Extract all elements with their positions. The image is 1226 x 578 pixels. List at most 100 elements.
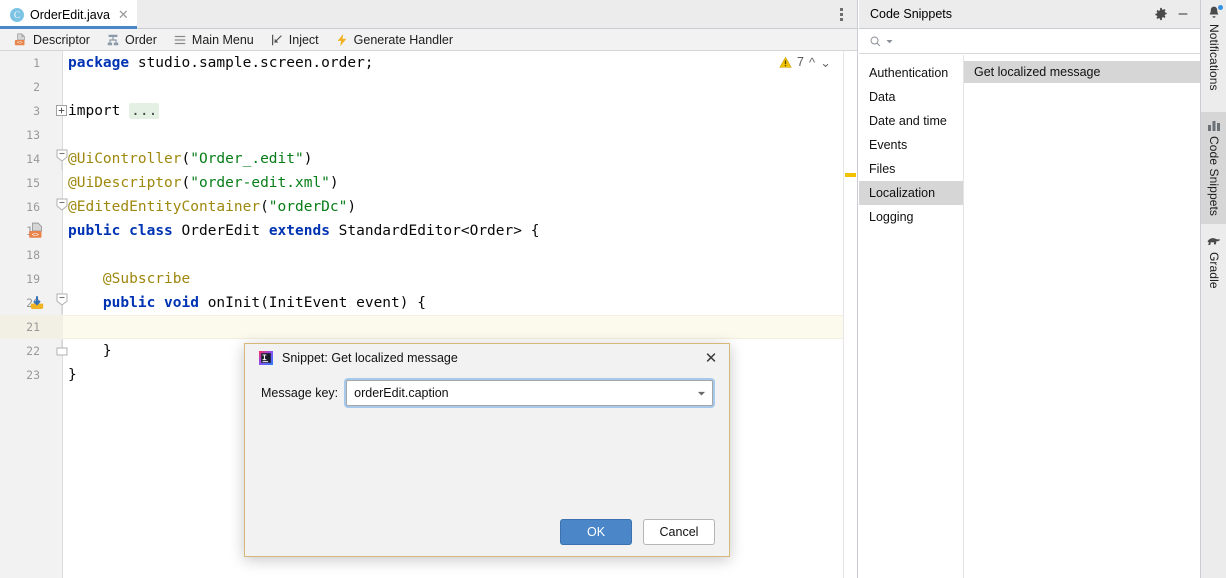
more-options-icon[interactable]: [829, 0, 853, 29]
search-icon[interactable]: [869, 35, 882, 48]
line-number[interactable]: 14: [0, 147, 40, 171]
rail-tab-code-snippets[interactable]: Code Snippets: [1201, 112, 1226, 224]
code-text: public void onInit(InitEvent event) {: [102, 295, 426, 311]
snippet-category-files[interactable]: Files: [859, 157, 963, 181]
intellij-idea-icon: [259, 351, 273, 365]
code-line: 1 package studio.sample.screen.order;: [0, 51, 857, 75]
nav-item-order[interactable]: Order: [106, 29, 157, 51]
inject-arrow-icon: [271, 34, 282, 45]
notification-badge: [1218, 5, 1223, 10]
chevron-down-icon[interactable]: [886, 38, 893, 45]
editor-tab-label: OrderEdit.java: [30, 7, 110, 22]
code-line: 15 @UiDescriptor("order-edit.xml"): [0, 171, 857, 195]
minimize-icon[interactable]: [1172, 3, 1194, 25]
code-text: }: [68, 367, 77, 383]
snippet-category-list[interactable]: Authentication Data Date and time Events Fil…: [859, 55, 964, 578]
message-key-value: orderEdit.caption: [354, 386, 449, 400]
line-number[interactable]: 16: [0, 195, 40, 219]
editor-marker-bar[interactable]: [843, 51, 857, 578]
line-number[interactable]: 23: [0, 363, 40, 387]
gradle-elephant-icon: [1207, 238, 1220, 245]
inspection-widget[interactable]: 7 ^ ⌄: [779, 55, 831, 69]
editor-tab-orderedit-java[interactable]: C OrderEdit.java ✕: [0, 0, 137, 29]
code-snippets-panel: Code Snippets Authentication Data Date a…: [859, 0, 1200, 578]
nav-item-descriptor[interactable]: <> Descriptor: [14, 29, 90, 51]
rail-tab-label: Code Snippets: [1207, 136, 1221, 217]
close-icon[interactable]: ✕: [701, 348, 721, 368]
line-number[interactable]: 21: [0, 315, 40, 339]
snippet-category-localization[interactable]: Localization: [859, 181, 963, 205]
nav-item-main-menu[interactable]: Main Menu: [173, 29, 254, 51]
code-line: 18: [0, 243, 857, 267]
line-number[interactable]: 13: [0, 123, 40, 147]
entity-hierarchy-icon: [107, 34, 119, 45]
code-line: 2: [0, 75, 857, 99]
nav-item-label: Inject: [288, 32, 319, 47]
nav-item-generate-handler[interactable]: Generate Handler: [335, 29, 453, 51]
warning-marker[interactable]: [845, 173, 856, 177]
nav-item-inject[interactable]: Inject: [270, 29, 319, 51]
line-number[interactable]: 15: [0, 171, 40, 195]
line-number[interactable]: 19: [0, 267, 40, 291]
descriptor-gutter-icon[interactable]: <>: [28, 219, 50, 243]
chevron-down-icon[interactable]: [690, 381, 712, 405]
code-text: }: [68, 343, 112, 359]
lightning-bolt-icon: [337, 33, 347, 46]
hamburger-menu-icon: [174, 35, 186, 44]
snippet-item-list[interactable]: Get localized message: [964, 55, 1200, 578]
code-text: @EditedEntityContainer("orderDc"): [68, 199, 357, 215]
snippets-search-row[interactable]: [859, 29, 1200, 54]
ok-button[interactable]: OK: [560, 519, 632, 545]
right-tool-rail: Notifications Code Snippets Gradle: [1200, 0, 1226, 578]
snippet-category-date-and-time[interactable]: Date and time: [859, 109, 963, 133]
editor-tab-strip: C OrderEdit.java ✕: [0, 0, 857, 29]
rail-tab-notifications[interactable]: Notifications: [1201, 0, 1226, 108]
warning-count: 7: [797, 55, 804, 69]
dialog-form: Message key: orderEdit.caption: [245, 372, 729, 406]
code-line: 17<>public class OrderEdit extends Stand…: [0, 219, 857, 243]
snippets-icon: [1208, 121, 1220, 131]
gear-icon[interactable]: [1150, 3, 1172, 25]
code-text: import ...: [68, 103, 160, 119]
nav-item-label: Main Menu: [191, 32, 254, 47]
chevron-up-icon[interactable]: ^: [809, 56, 815, 69]
breadcrumb: <> Descriptor Order Main Menu Inject Gen…: [0, 29, 857, 51]
code-line: 20 public void onInit(InitEvent event) {: [0, 291, 857, 315]
line-number[interactable]: 2: [0, 75, 40, 99]
message-key-combobox[interactable]: orderEdit.caption: [346, 380, 713, 406]
snippet-category-data[interactable]: Data: [859, 85, 963, 109]
line-number[interactable]: 3: [0, 99, 40, 123]
code-text: package studio.sample.screen.order;: [68, 55, 374, 71]
search-input[interactable]: [897, 33, 1200, 49]
line-number[interactable]: 18: [0, 243, 40, 267]
event-subscribe-gutter-icon[interactable]: [28, 291, 50, 315]
code-text: @Subscribe: [68, 271, 191, 287]
warning-triangle-icon: [779, 56, 792, 68]
code-line: 3 import ...: [0, 99, 857, 123]
chevron-down-icon[interactable]: ⌄: [820, 56, 831, 69]
rail-tab-gradle[interactable]: Gradle: [1201, 228, 1226, 308]
snippet-category-logging[interactable]: Logging: [859, 205, 963, 229]
rail-tab-label: Gradle: [1207, 252, 1221, 289]
line-number[interactable]: 1: [0, 51, 40, 75]
rail-tab-label: Notifications: [1207, 24, 1221, 91]
snippet-item[interactable]: Get localized message: [964, 61, 1200, 83]
snippet-category-events[interactable]: Events: [859, 133, 963, 157]
line-number[interactable]: 22: [0, 339, 40, 363]
descriptor-xml-icon: <>: [14, 33, 25, 46]
cancel-button[interactable]: Cancel: [643, 519, 715, 545]
panel-title: Code Snippets: [870, 7, 953, 21]
snippet-dialog: Snippet: Get localized message ✕ Message…: [244, 343, 730, 557]
code-text: public class OrderEdit extends StandardE…: [68, 223, 540, 239]
nav-item-label: Descriptor: [33, 32, 90, 47]
nav-item-label: Generate Handler: [353, 32, 454, 47]
code-text: @UiDescriptor("order-edit.xml"): [68, 175, 339, 191]
snippet-category-authentication[interactable]: Authentication: [859, 61, 963, 85]
nav-item-label: Order: [124, 32, 157, 47]
code-line: 19 @Subscribe: [0, 267, 857, 291]
close-icon[interactable]: ✕: [118, 8, 129, 21]
